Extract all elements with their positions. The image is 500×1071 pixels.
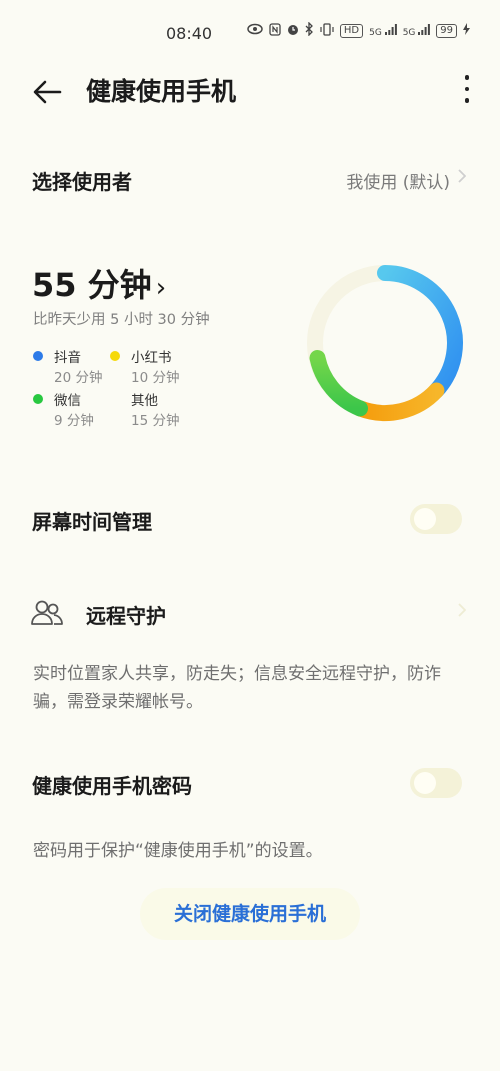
battery-icon: 99 <box>436 24 457 38</box>
ring-segment-green <box>309 350 368 417</box>
page-title: 健康使用手机 <box>86 77 237 106</box>
nfc-icon <box>269 22 281 40</box>
status-icons: HD 5G 5G 99 <box>247 21 470 40</box>
select-user-value: 我使用 (默认) <box>346 173 450 193</box>
legend-dot <box>33 351 43 361</box>
legend-dot <box>110 394 120 404</box>
legend-app-minutes: 10 分钟 <box>131 370 180 386</box>
screen-time-label: 屏幕时间管理 <box>32 510 152 534</box>
ring-segment-orange <box>352 382 445 421</box>
legend-item-other: 其他 15 分钟 <box>110 389 230 433</box>
screen-time-toggle[interactable] <box>410 504 462 534</box>
legend-app-name: 抖音 <box>54 350 81 366</box>
bluetooth-icon <box>305 21 314 40</box>
status-bar: 08:40 HD 5G 5G 99 <box>0 0 500 66</box>
chevron-right-icon: › <box>155 273 167 303</box>
usage-ring-chart <box>300 258 470 428</box>
family-people-icon <box>30 596 64 630</box>
legend-item-xiaohongshu: 小红书 10 分钟 <box>110 346 230 390</box>
legend-dot <box>33 394 43 404</box>
charging-icon <box>463 23 470 39</box>
legend-app-name: 微信 <box>54 393 81 409</box>
app-bar: 健康使用手机 <box>0 66 500 116</box>
screen-time-row[interactable]: 屏幕时间管理 <box>0 498 500 544</box>
signal-5g-icon: 5G <box>369 24 397 38</box>
password-row[interactable]: 健康使用手机密码 <box>0 762 500 808</box>
back-arrow-icon[interactable] <box>30 74 66 110</box>
password-label: 健康使用手机密码 <box>32 774 192 798</box>
remote-guard-label: 远程守护 <box>86 604 166 628</box>
usage-compare: 比昨天少用 5 小时 30 分钟 <box>33 312 210 328</box>
legend-app-name: 小红书 <box>131 350 172 366</box>
alarm-icon <box>287 23 299 40</box>
password-toggle[interactable] <box>410 768 462 798</box>
password-description: 密码用于保护“健康使用手机”的设置。 <box>33 841 323 861</box>
legend-app-minutes: 15 分钟 <box>131 413 180 429</box>
remote-guard-row[interactable]: 远程守护 <box>0 590 500 640</box>
ring-segment-blue <box>377 265 463 399</box>
vibrate-icon <box>320 22 334 40</box>
remote-guard-description: 实时位置家人共享，防走失；信息安全远程守护，防诈骗，需登录荣耀帐号。 <box>33 664 441 712</box>
hd-icon: HD <box>339 24 364 38</box>
close-health-button[interactable]: 关闭健康使用手机 <box>140 888 360 940</box>
chevron-right-icon <box>458 602 467 622</box>
legend-app-name: 其他 <box>131 393 158 409</box>
legend-app-minutes: 20 分钟 <box>54 370 103 386</box>
usage-total[interactable]: 55 分钟 › <box>32 260 166 306</box>
usage-total-value: 55 分钟 <box>32 266 152 304</box>
select-user-label: 选择使用者 <box>32 170 132 194</box>
select-user-row[interactable]: 选择使用者 我使用 (默认) <box>0 156 500 206</box>
chevron-right-icon <box>458 168 467 188</box>
more-options-icon[interactable] <box>462 72 472 108</box>
legend-dot <box>110 351 120 361</box>
eye-icon <box>247 23 263 39</box>
status-time: 08:40 <box>166 24 213 43</box>
signal-5g-icon: 5G <box>403 24 431 38</box>
legend-app-minutes: 9 分钟 <box>54 413 94 429</box>
